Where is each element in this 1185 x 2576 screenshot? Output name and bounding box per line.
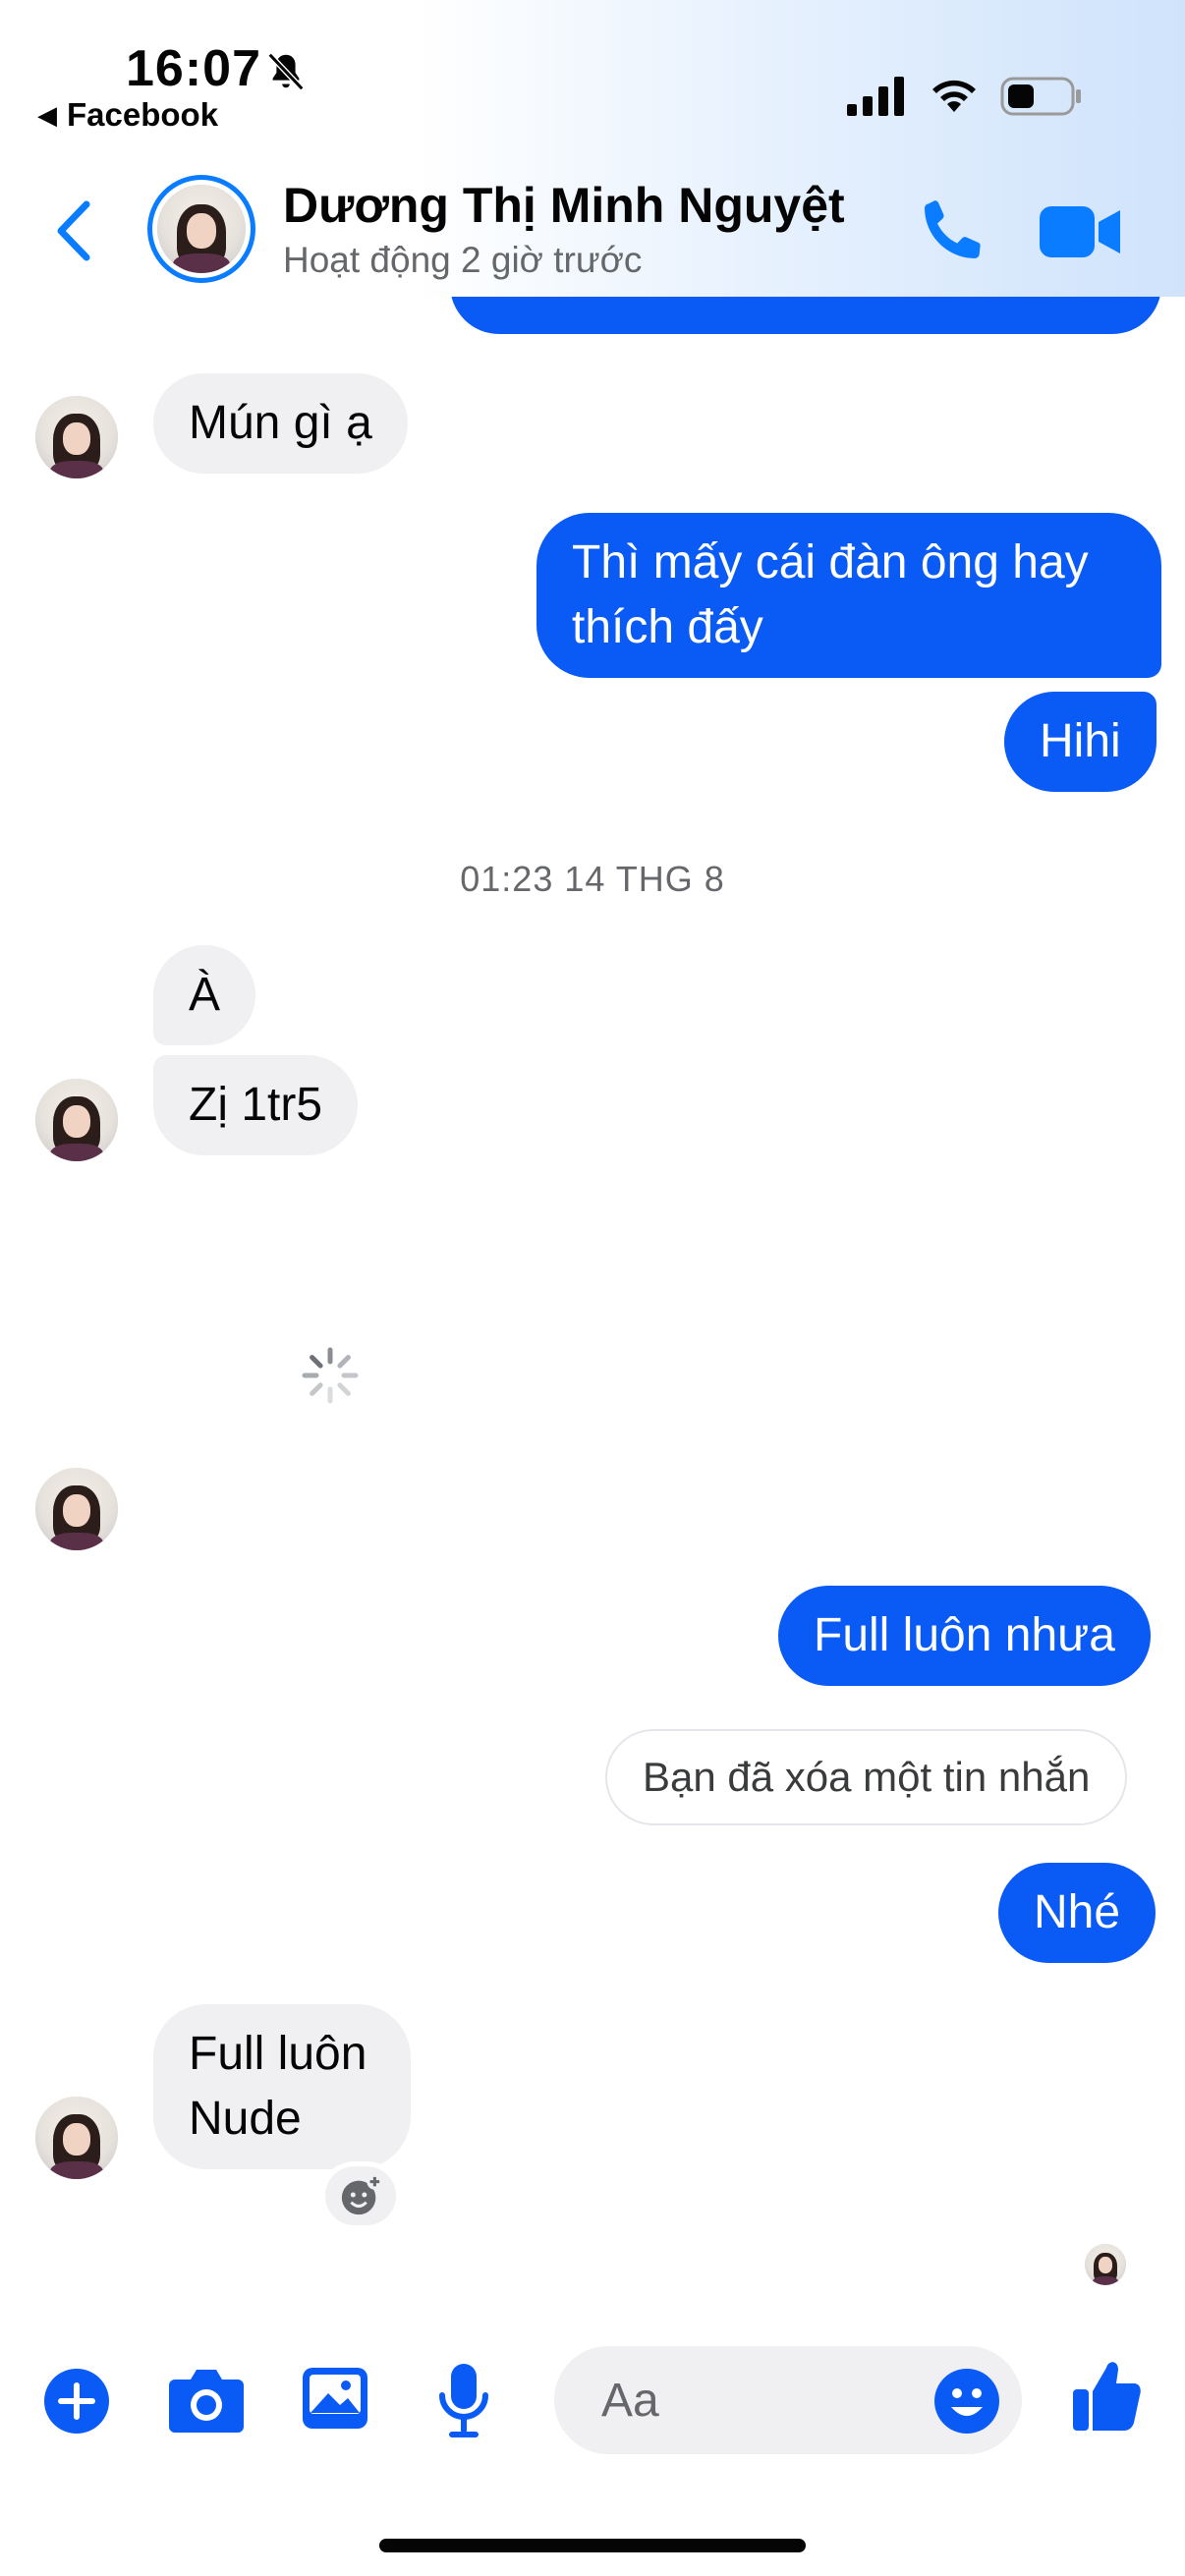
back-app-label: Facebook — [67, 96, 219, 133]
gallery-icon[interactable] — [301, 2366, 369, 2431]
back-to-facebook-link[interactable]: ◀ Facebook — [37, 96, 218, 134]
message-incoming[interactable]: Full luôn Nude — [153, 2004, 411, 2169]
message-line: Thì mấy cái đàn ông hay — [572, 536, 1089, 588]
home-indicator[interactable] — [379, 2539, 806, 2552]
microphone-icon[interactable] — [436, 2362, 491, 2440]
message-timestamp: 01:23 14 THG 8 — [460, 859, 725, 899]
seen-receipt-avatar — [1085, 2244, 1126, 2285]
message-line: Nude — [189, 2093, 302, 2145]
back-chevron-icon[interactable] — [51, 196, 100, 265]
contact-avatar-small[interactable] — [35, 1079, 118, 1161]
contact-active-status: Hoạt động 2 giờ trước — [283, 240, 643, 280]
message-incoming[interactable]: Zị 1tr5 — [153, 1055, 359, 1155]
contact-avatar-small[interactable] — [35, 396, 118, 478]
message-line: thích đấy — [572, 601, 763, 653]
thumbs-up-icon[interactable] — [1071, 2356, 1142, 2433]
deleted-message-notice: Bạn đã xóa một tin nhắn — [605, 1729, 1128, 1825]
signal-icon — [847, 77, 904, 116]
video-icon[interactable] — [1040, 200, 1122, 263]
add-reaction-button[interactable] — [320, 2161, 401, 2230]
camera-icon[interactable] — [167, 2366, 246, 2435]
contact-avatar-small[interactable] — [35, 2097, 118, 2179]
plus-icon[interactable] — [43, 2368, 110, 2435]
contact-name[interactable]: Dương Thị Minh Nguyệt — [283, 177, 845, 234]
message-outgoing[interactable]: Nhé — [998, 1863, 1157, 1963]
bell-slash-icon — [267, 52, 305, 91]
add-reaction-icon — [341, 2173, 383, 2215]
contact-avatar[interactable] — [147, 175, 255, 283]
loading-spinner-icon — [302, 1347, 359, 1404]
contact-avatar-small[interactable] — [35, 1468, 118, 1550]
status-time: 16:07 — [126, 40, 261, 97]
phone-icon[interactable] — [914, 193, 990, 269]
message-outgoing[interactable]: Hihi — [1004, 692, 1157, 792]
battery-icon — [1000, 77, 1081, 116]
message-incoming[interactable]: À — [153, 945, 256, 1045]
emoji-icon[interactable] — [933, 2368, 1000, 2435]
wifi-icon — [932, 80, 976, 112]
message-incoming[interactable]: Mún gì ạ — [153, 373, 408, 474]
message-line: Full luôn — [189, 2028, 367, 2080]
message-outgoing[interactable]: Full luôn nhưa — [778, 1586, 1151, 1686]
message-outgoing[interactable]: Thì mấy cái đàn ông hay thích đấy — [536, 513, 1161, 678]
message-input-placeholder: Aa — [601, 2375, 659, 2427]
back-triangle-icon: ◀ — [37, 99, 57, 130]
